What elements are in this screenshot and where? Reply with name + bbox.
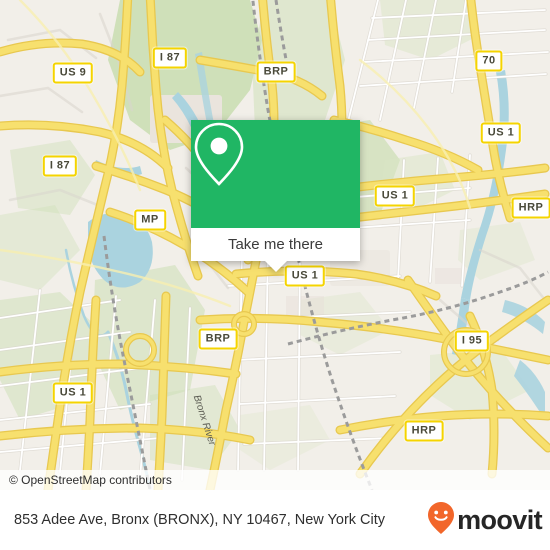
popup-pointer xyxy=(264,261,287,272)
address-label: 853 Adee Ave, Bronx (BRONX), NY 10467, N… xyxy=(14,511,386,528)
shield-brp-2: BRP xyxy=(198,328,238,350)
shield-mp: MP xyxy=(134,209,166,231)
take-me-there-button[interactable]: Take me there xyxy=(191,228,360,261)
shield-i-87-2: I 87 xyxy=(42,155,78,177)
shield-us-1-2: US 1 xyxy=(374,185,416,207)
shield-i-87: I 87 xyxy=(152,47,188,69)
shield-us-1: US 1 xyxy=(480,122,522,144)
moovit-map-screen: .land{fill:#f2efe9} .park{fill:#cfe0b9} … xyxy=(0,0,550,550)
shield-i-95: I 95 xyxy=(454,330,490,352)
moovit-wordmark: moovit xyxy=(457,504,543,535)
shield-hrp-2: HRP xyxy=(404,420,444,442)
osm-attribution-text: © OpenStreetMap contributors xyxy=(9,473,172,487)
take-me-there-label: Take me there xyxy=(227,236,324,253)
moovit-logo[interactable]: moovit xyxy=(427,501,543,540)
shield-us-1-3: US 1 xyxy=(284,265,326,287)
popup-pin-panel xyxy=(191,120,360,228)
osm-attribution[interactable]: © OpenStreetMap contributors xyxy=(0,470,550,490)
shield-brp: BRP xyxy=(256,61,296,83)
shield-us-1-4: US 1 xyxy=(52,382,94,404)
shield-70: 70 xyxy=(475,50,503,72)
footer-bar: 853 Adee Ave, Bronx (BRONX), NY 10467, N… xyxy=(0,490,550,550)
shield-us-9: US 9 xyxy=(52,62,94,84)
location-popup[interactable]: Take me there xyxy=(191,120,360,272)
shield-hrp: HRP xyxy=(511,197,550,219)
map-canvas[interactable]: .land{fill:#f2efe9} .park{fill:#cfe0b9} … xyxy=(0,0,550,490)
moovit-pin-icon xyxy=(427,501,455,540)
